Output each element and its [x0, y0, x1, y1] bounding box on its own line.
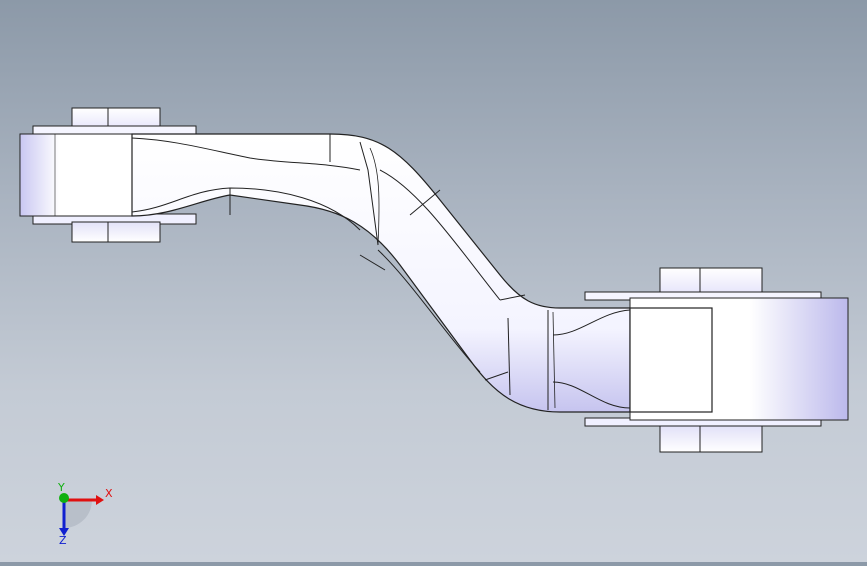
- y-axis-dot: [59, 493, 69, 503]
- model-render[interactable]: [0, 0, 867, 562]
- orientation-triad: X Y Z: [44, 480, 114, 547]
- z-axis-label: Z: [59, 534, 67, 546]
- y-axis-label: Y: [57, 481, 65, 494]
- graphics-viewport[interactable]: X Y Z: [0, 0, 867, 562]
- x-axis-arrowhead: [96, 495, 104, 505]
- triad-graphic: X Y Z: [57, 481, 113, 547]
- arm-body: [131, 133, 631, 413]
- x-axis-label: X: [105, 487, 113, 500]
